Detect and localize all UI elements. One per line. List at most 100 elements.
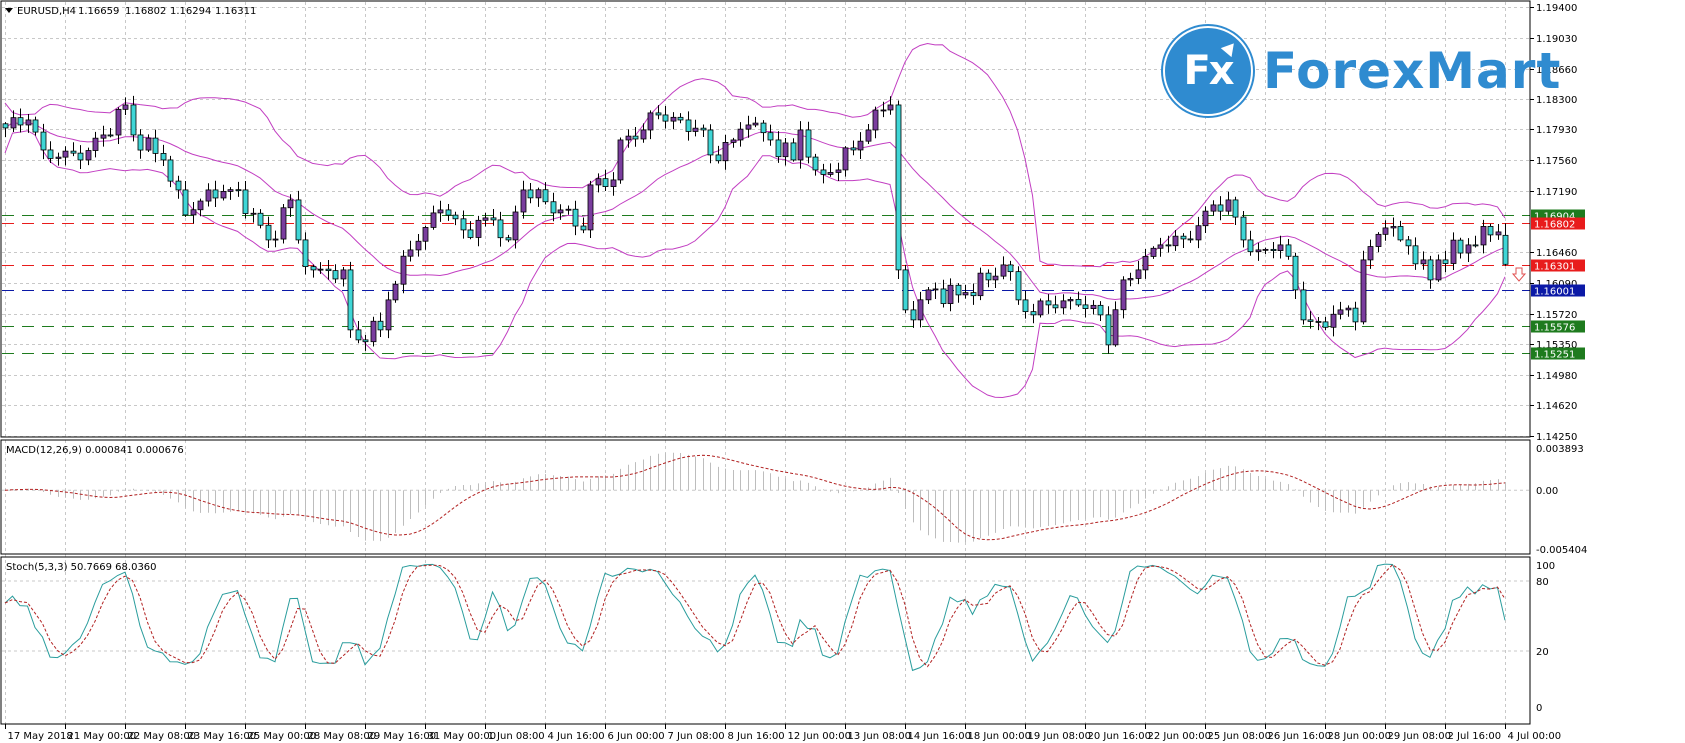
candle-bullish [1480,226,1487,246]
candle-bullish [1142,256,1149,271]
candle-bearish [542,189,549,203]
candle-bearish [347,269,354,331]
candle-bearish [1405,239,1412,247]
candle-bearish [1075,299,1082,306]
candle-bullish [1067,299,1074,302]
candle-bearish [1472,244,1479,247]
candle-bearish [970,292,977,297]
x-tick-label: 8 Jun 16:00 [728,731,785,742]
candle-bearish [820,169,827,175]
y-tick-label: 1.14980 [1536,371,1577,382]
candle-bearish [460,218,467,231]
candle-bullish [1330,313,1337,328]
macd-tick-label: 0.003893 [1536,444,1584,455]
candle-bullish [1060,300,1067,309]
time-axis[interactable]: 17 May 201821 May 00:0022 May 08:0023 Ma… [5,724,1562,742]
x-tick-label: 22 Jun 00:00 [1148,731,1212,742]
candle-bullish [647,112,654,131]
y-tick-label: 1.14250 [1536,432,1577,443]
candle-bullish [122,104,129,110]
candle-bullish [1262,248,1269,251]
candle-bullish [25,119,32,126]
candle-bullish [842,147,849,171]
candle-bearish [662,114,669,122]
macd-indicator [4,452,1506,543]
x-tick-label: 18 Jun 00:00 [968,731,1032,742]
candle-bullish [625,135,632,141]
candle-bearish [1270,248,1277,251]
candle-bullish [422,227,429,242]
candle-bullish [475,219,482,238]
candle-bullish [1135,269,1142,279]
candle-bullish [692,127,699,132]
candle-bullish [85,150,92,161]
candle-bearish [152,137,159,154]
candle-bullish [1195,225,1202,241]
x-tick-label: 4 Jun 16:00 [548,731,605,742]
candle-bullish [1172,235,1179,247]
logo-mark: Fx [1183,48,1234,94]
x-tick-label: 7 Jun 08:00 [668,731,725,742]
candle-bullish [1465,244,1472,254]
candle-bearish [310,266,317,271]
candle-bullish [317,268,324,271]
candles [2,95,1509,354]
candle-bearish [1165,244,1172,247]
candle-bullish [535,189,542,199]
candle-bearish [902,269,909,311]
candle-bearish [377,320,384,331]
candle-bullish [280,207,287,240]
candle-bullish [1367,246,1374,261]
candle-bullish [272,238,279,241]
x-tick-label: 31 May 00:00 [428,731,497,742]
x-tick-label: 4 Jul 00:00 [1508,731,1562,742]
candle-bearish [107,134,114,137]
candle-bullish [1157,244,1164,249]
x-tick-label: 26 Jun 16:00 [1268,731,1332,742]
stochastic-indicator [4,563,1506,672]
candle-bearish [910,309,917,321]
candle-bullish [430,212,437,228]
candle-bullish [992,275,999,281]
logo-text: ForexMart [1263,42,1562,100]
candle-bearish [1217,204,1224,212]
candle-bullish [55,156,62,159]
candle-bullish [557,209,564,214]
candle-bearish [302,239,309,268]
candle-bearish [490,217,497,221]
level-tag-text: 1.15251 [1534,350,1575,361]
y-tick-label: 1.17930 [1536,125,1577,136]
x-tick-label: 6 Jun 00:00 [608,731,665,742]
candle-bullish [872,109,879,131]
stoch-tick-label: 20 [1536,647,1549,658]
candle-bearish [632,135,639,140]
candle-bullish [1037,300,1044,316]
candle-bullish [1277,244,1284,251]
candle-bearish [77,152,84,161]
candle-bearish [257,212,264,226]
candle-bearish [940,288,947,304]
x-tick-label: 22 May 08:00 [128,731,197,742]
candle-bullish [1375,233,1382,247]
candle-bullish [797,129,804,161]
x-tick-label: 1 Jun 08:00 [488,731,545,742]
collapse-triangle-icon[interactable] [5,8,13,13]
candle-bullish [595,178,602,186]
candle-bearish [715,154,722,162]
candle-bearish [572,208,579,227]
candle-bullish [745,124,752,130]
candle-bearish [1457,239,1464,254]
candle-bearish [1105,314,1112,346]
horizontal-levels[interactable] [2,215,1530,354]
candle-bearish [1397,226,1404,241]
candle-bullish [617,139,624,181]
candle-bearish [265,224,272,241]
sell-arrow-icon[interactable] [1511,267,1527,282]
x-tick-label: 21 May 00:00 [68,731,137,742]
candle-bearish [467,229,474,238]
candle-bullish [437,209,444,214]
candle-bearish [1097,304,1104,316]
y-tick-label: 1.16460 [1536,248,1577,259]
y-tick-label: 1.14620 [1536,401,1577,412]
candle-bullish [640,129,647,140]
